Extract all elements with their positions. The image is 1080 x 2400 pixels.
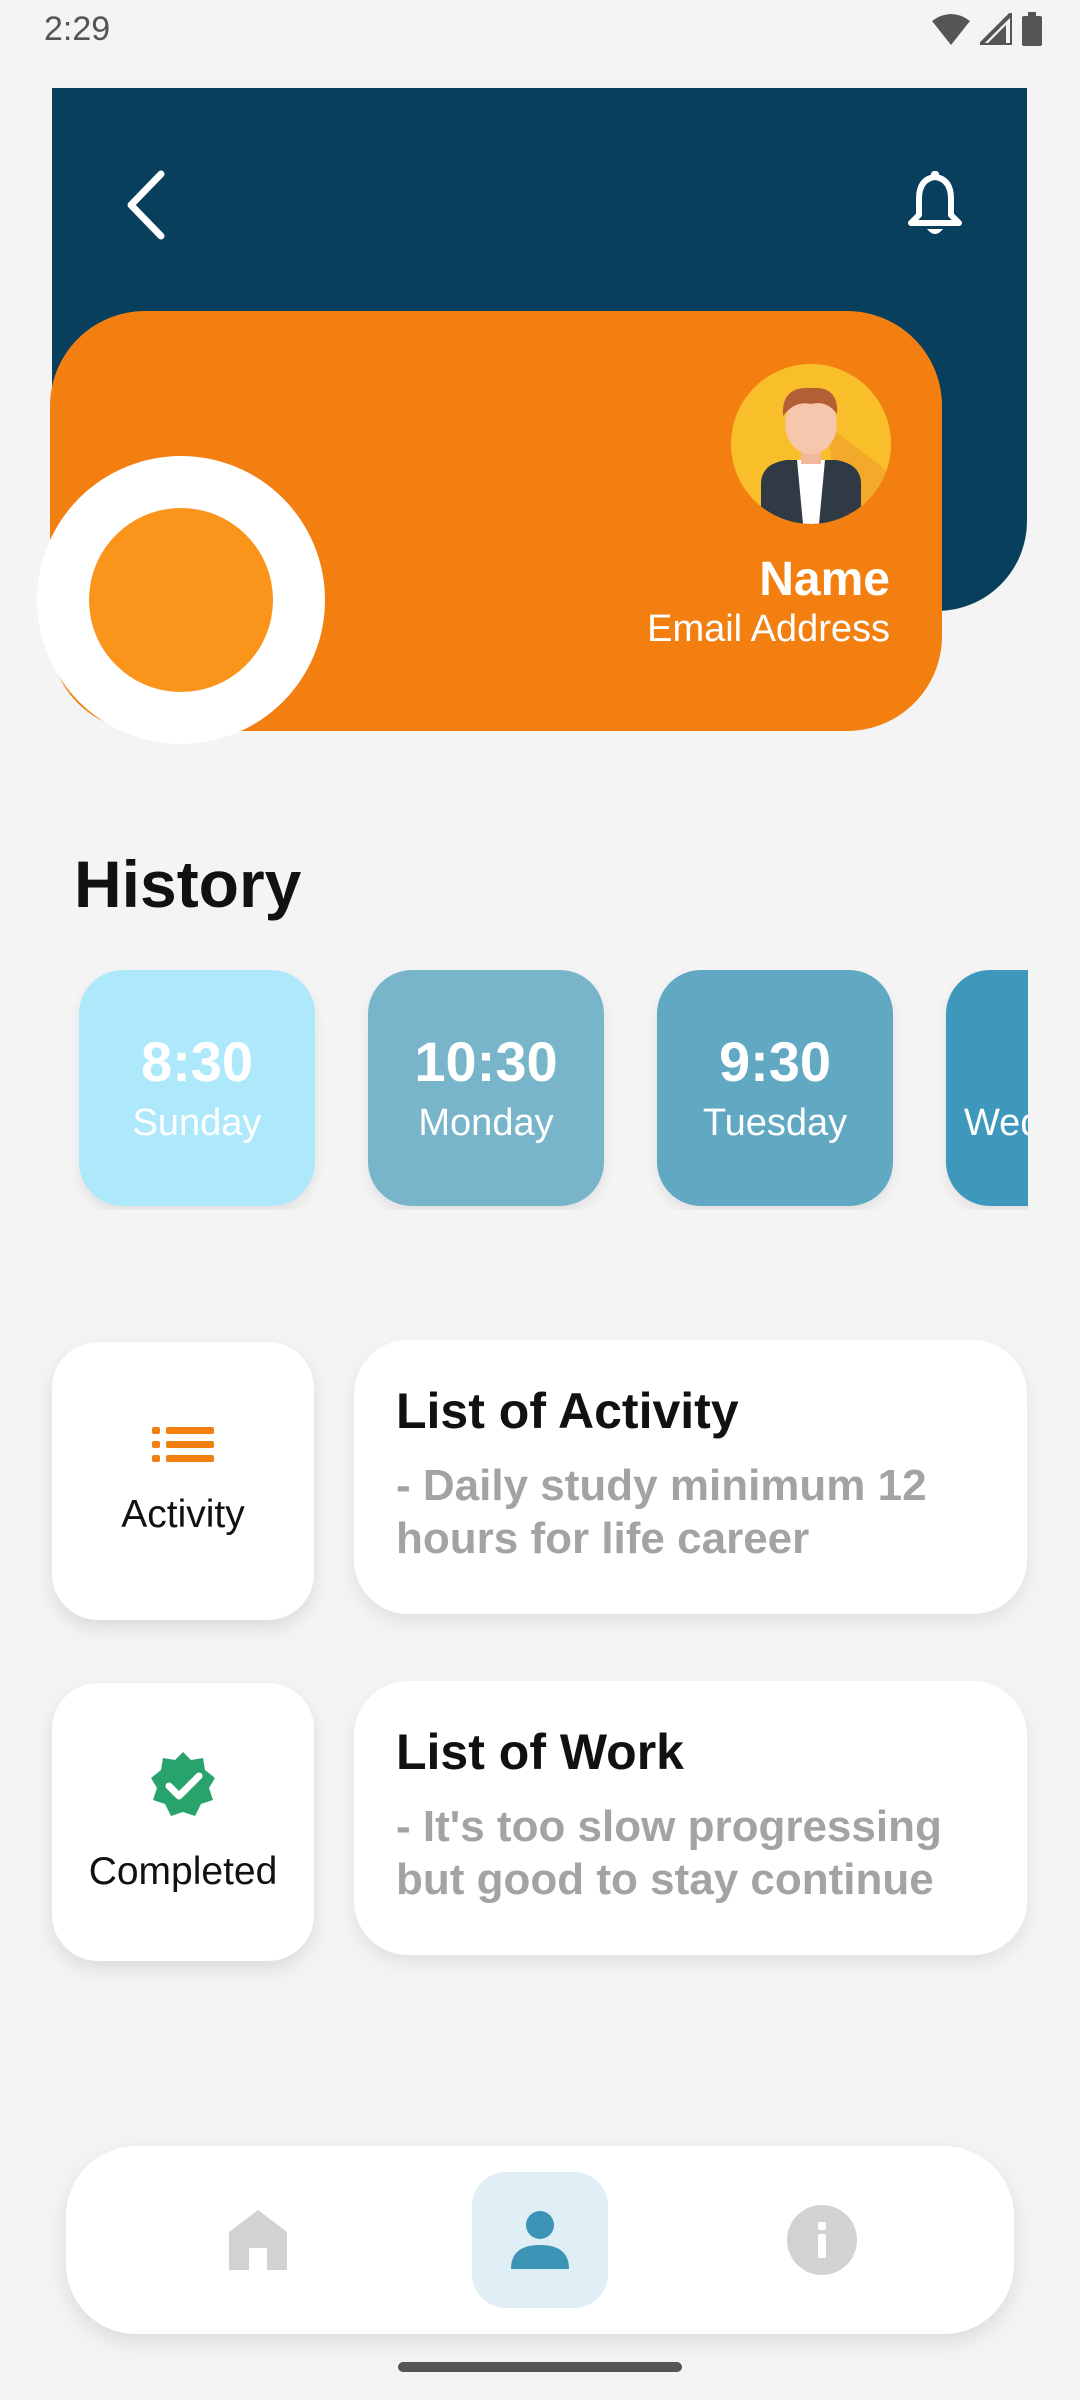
history-card[interactable]: 10:30 Monday xyxy=(368,970,604,1206)
history-day: Tuesday xyxy=(702,1102,848,1145)
battery-icon xyxy=(1022,12,1042,46)
activity-list-title: List of Activity xyxy=(396,1383,739,1439)
status-time: 2:29 xyxy=(44,10,111,48)
wifi-icon xyxy=(932,14,970,45)
history-card[interactable]: 8:30 Sunday xyxy=(79,970,315,1206)
activity-tile[interactable]: Activity xyxy=(52,1342,314,1620)
person-icon xyxy=(511,2211,569,2269)
history-time: 9:30 xyxy=(718,1029,832,1093)
activity-label: Activity xyxy=(121,1493,245,1536)
bottom-navigation xyxy=(66,2146,1014,2334)
work-list-title: List of Work xyxy=(396,1724,684,1780)
history-day: Wednesday xyxy=(964,1102,1028,1145)
history-list[interactable]: 8:30 Sunday 10:30 Monday 9:30 Tuesday 12… xyxy=(52,970,1028,1210)
history-time: 10:30 xyxy=(414,1029,558,1093)
work-list-description: - It's too slow progressing but good to … xyxy=(396,1802,942,1904)
activity-list-description: - Daily study minimum 12 hours for life … xyxy=(396,1461,927,1563)
history-time: 8:30 xyxy=(140,1029,254,1093)
notification-button[interactable] xyxy=(895,165,975,245)
status-icons xyxy=(932,12,1042,46)
work-list-card[interactable]: List of Work - It's too slow progressing… xyxy=(354,1681,1027,1955)
verified-badge-icon xyxy=(151,1752,215,1816)
home-indicator[interactable] xyxy=(398,2362,682,2372)
nav-profile[interactable] xyxy=(472,2172,608,2308)
completed-tile[interactable]: Completed xyxy=(52,1683,314,1961)
signal-icon xyxy=(980,13,1012,45)
decorative-circle xyxy=(89,508,273,692)
completed-label: Completed xyxy=(88,1850,278,1893)
info-icon xyxy=(787,2205,857,2275)
nav-home[interactable] xyxy=(190,2172,326,2308)
profile-name: Name xyxy=(759,553,890,606)
history-card[interactable]: 9:30 Tuesday xyxy=(657,970,893,1206)
status-bar: 2:29 xyxy=(0,0,1080,60)
history-card[interactable]: 12 Wednesday xyxy=(946,970,1028,1206)
profile-email: Email Address xyxy=(647,608,890,650)
nav-info[interactable] xyxy=(754,2172,890,2308)
history-day: Sunday xyxy=(132,1102,262,1145)
history-title: History xyxy=(74,847,302,921)
avatar[interactable] xyxy=(731,364,891,524)
list-icon xyxy=(152,1427,214,1462)
back-button[interactable] xyxy=(110,165,180,245)
history-day: Monday xyxy=(418,1102,554,1145)
home-icon xyxy=(229,2210,287,2270)
chevron-left-icon xyxy=(127,170,165,240)
activity-list-card[interactable]: List of Activity - Daily study minimum 1… xyxy=(354,1340,1027,1614)
bell-icon xyxy=(908,171,962,234)
user-avatar-icon xyxy=(731,364,891,524)
